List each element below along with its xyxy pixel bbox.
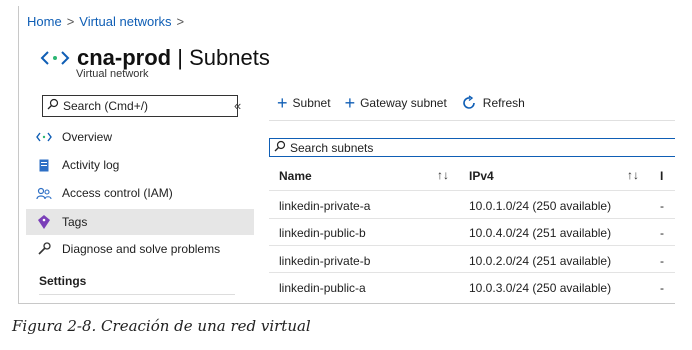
table-cell-extra: - bbox=[660, 254, 664, 268]
column-header-truncated[interactable]: I bbox=[660, 169, 663, 183]
sidebar-item-tags[interactable]: Tags bbox=[26, 209, 254, 235]
wrench-icon bbox=[34, 242, 54, 256]
sidebar-item-label: Access control (IAM) bbox=[62, 186, 173, 200]
table-cell-name[interactable]: linkedin-private-a bbox=[279, 199, 370, 213]
breadcrumb-home[interactable]: Home bbox=[27, 14, 62, 29]
row-divider bbox=[269, 218, 675, 219]
command-bar: + Subnet + Gateway subnet Refresh bbox=[277, 94, 539, 112]
section-divider bbox=[39, 294, 235, 295]
search-icon bbox=[274, 139, 286, 157]
settings-section-heading: Settings bbox=[39, 274, 87, 288]
plus-icon: + bbox=[344, 93, 356, 113]
page-header: cna-prod | Subnets bbox=[39, 42, 270, 74]
table-cell-extra: - bbox=[660, 199, 664, 213]
refresh-icon bbox=[461, 95, 477, 111]
sidebar-item-activity-log[interactable]: Activity log bbox=[26, 152, 254, 178]
collapse-sidebar-button[interactable]: « bbox=[234, 98, 241, 113]
activity-log-icon bbox=[34, 159, 54, 172]
breadcrumb-separator: > bbox=[66, 14, 75, 29]
add-gateway-subnet-label: Gateway subnet bbox=[360, 96, 447, 110]
sidebar-item-label: Tags bbox=[62, 215, 88, 229]
header-divider bbox=[269, 190, 675, 191]
sort-name-icon[interactable]: ↑↓ bbox=[437, 168, 449, 182]
tag-icon bbox=[34, 215, 54, 229]
sidebar-item-overview[interactable]: Overview bbox=[26, 124, 254, 150]
breadcrumb-separator: > bbox=[176, 14, 185, 29]
breadcrumb: Home > Virtual networks > bbox=[27, 14, 189, 29]
blade-name: Subnets bbox=[189, 45, 270, 70]
sidebar-item-access-control[interactable]: Access control (IAM) bbox=[26, 180, 254, 206]
table-cell-extra: - bbox=[660, 281, 664, 295]
table-cell-ipv4: 10.0.1.0/24 (250 available) bbox=[469, 199, 612, 213]
toolbar-divider bbox=[269, 120, 675, 121]
row-divider bbox=[269, 245, 675, 246]
add-gateway-subnet-button[interactable]: + Gateway subnet bbox=[345, 94, 447, 112]
sidebar-item-label: Overview bbox=[62, 130, 113, 144]
table-cell-ipv4: 10.0.3.0/24 (250 available) bbox=[469, 281, 612, 295]
resource-name: cna-prod bbox=[77, 45, 172, 70]
row-divider bbox=[269, 272, 675, 273]
azure-portal-window: Home > Virtual networks > cna-prod | Subnet… bbox=[18, 6, 675, 304]
sidebar-search-input[interactable]: Search (Cmd+/) bbox=[42, 95, 238, 117]
table-cell-name[interactable]: linkedin-public-a bbox=[279, 281, 366, 295]
table-cell-name[interactable]: linkedin-private-b bbox=[279, 254, 370, 268]
vnet-icon bbox=[34, 132, 54, 142]
add-subnet-label: Subnet bbox=[292, 96, 331, 110]
add-subnet-button[interactable]: + Subnet bbox=[277, 94, 331, 112]
table-cell-extra: - bbox=[660, 226, 664, 240]
figure-caption: Figura 2-8. Creación de una red virtual bbox=[12, 317, 311, 335]
refresh-button[interactable]: Refresh bbox=[461, 95, 525, 111]
subnet-search-input[interactable]: Search subnets bbox=[269, 138, 675, 157]
table-cell-ipv4: 10.0.2.0/24 (251 available) bbox=[469, 254, 612, 268]
sidebar-search-placeholder: Search (Cmd+/) bbox=[63, 99, 149, 113]
column-header-ipv4[interactable]: IPv4 bbox=[469, 169, 494, 183]
virtual-network-icon bbox=[39, 42, 71, 74]
sidebar-item-diagnose[interactable]: Diagnose and solve problems bbox=[26, 236, 254, 262]
iam-icon bbox=[34, 187, 54, 200]
refresh-label: Refresh bbox=[482, 96, 525, 110]
breadcrumb-virtual-networks[interactable]: Virtual networks bbox=[79, 14, 171, 29]
sort-ipv4-icon[interactable]: ↑↓ bbox=[627, 168, 639, 182]
table-cell-name[interactable]: linkedin-public-b bbox=[279, 226, 366, 240]
plus-icon: + bbox=[277, 93, 288, 113]
table-cell-ipv4: 10.0.4.0/24 (251 available) bbox=[469, 226, 612, 240]
resource-type: Virtual network bbox=[76, 68, 149, 80]
sidebar-item-label: Diagnose and solve problems bbox=[62, 242, 221, 256]
title-divider: | bbox=[177, 45, 183, 70]
sidebar-item-label: Activity log bbox=[62, 158, 120, 172]
column-header-name[interactable]: Name bbox=[279, 169, 312, 183]
search-icon bbox=[47, 97, 59, 115]
subnet-search-placeholder: Search subnets bbox=[290, 140, 374, 155]
